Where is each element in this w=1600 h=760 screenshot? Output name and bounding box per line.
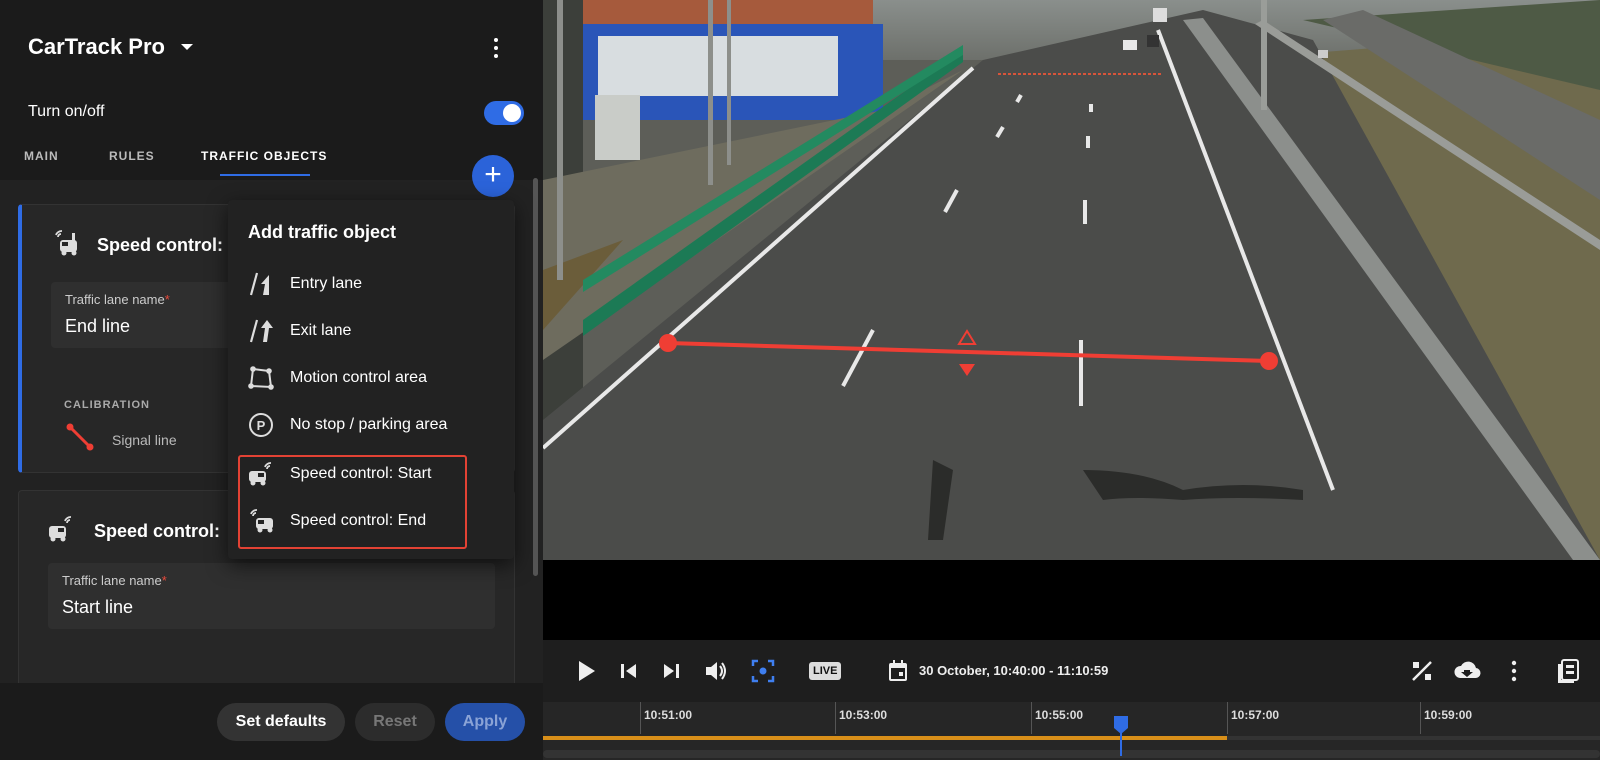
parking-icon: P: [249, 413, 273, 437]
sign-board: [595, 95, 640, 160]
on-off-toggle[interactable]: [484, 101, 524, 125]
timeline-tick-label: 10:57:00: [1231, 708, 1280, 722]
required-mark: *: [161, 573, 167, 588]
timeline-tick-label: 10:59:00: [1424, 708, 1473, 722]
car: [1147, 35, 1159, 47]
menu-item-motion-control-area[interactable]: Motion control area: [228, 355, 514, 401]
app-switcher-caret-icon[interactable]: [181, 44, 193, 50]
pole: [1261, 0, 1267, 110]
exit-lane-icon: [249, 319, 273, 343]
menu-item-entry-lane[interactable]: Entry lane: [228, 261, 514, 307]
focus-target-icon[interactable]: [748, 656, 778, 686]
no-zoom-icon[interactable]: [1407, 656, 1437, 686]
app-title: CarTrack Pro: [28, 34, 165, 59]
building-window-band: [598, 36, 838, 96]
app-window: CarTrack Pro Turn on/off MAIN RULES TRAF…: [0, 0, 1600, 760]
menu-item-label: Motion control area: [290, 369, 427, 386]
speed-control-highlight-box: [238, 455, 467, 549]
brick-wall: [573, 0, 873, 28]
panel-footer: Set defaults Reset Apply: [0, 683, 543, 760]
field-label: Traffic lane name*: [62, 573, 167, 588]
menu-item-exit-lane[interactable]: Exit lane: [228, 308, 514, 354]
entry-lane-icon: [249, 272, 269, 296]
field-value: End line: [65, 316, 131, 336]
playhead-marker[interactable]: [1113, 716, 1129, 756]
timeline-empty-bar: [1227, 736, 1600, 740]
set-defaults-button[interactable]: Set defaults: [217, 703, 345, 741]
timeline[interactable]: 10:51:00 10:53:00 10:55:00 10:57:00 10:5…: [543, 702, 1600, 760]
add-traffic-object-button[interactable]: +: [472, 155, 514, 197]
live-button[interactable]: LIVE: [809, 662, 842, 680]
signal-line-icon: [66, 423, 94, 451]
add-traffic-object-menu: Add traffic object Entry lane Exit lane …: [228, 200, 514, 559]
signal-line-end-handle[interactable]: [1260, 352, 1278, 370]
timeline-tick: [835, 702, 836, 734]
card-title: Speed control:: [97, 235, 224, 255]
timeline-tick: [1031, 702, 1032, 734]
field-label: Traffic lane name*: [65, 292, 170, 307]
play-icon[interactable]: [571, 656, 601, 686]
pole: [727, 0, 731, 165]
tab-traffic-objects[interactable]: TRAFFIC OBJECTS: [201, 149, 327, 163]
download-icon[interactable]: [1452, 656, 1482, 686]
time-range-label[interactable]: 30 October, 10:40:00 - 11:10:59: [919, 663, 1108, 678]
volume-icon[interactable]: [701, 656, 731, 686]
export-clip-icon[interactable]: [1553, 656, 1583, 686]
traffic-lane-name-field[interactable]: Traffic lane name* Start line: [48, 563, 495, 629]
menu-item-label: Exit lane: [290, 322, 352, 339]
tab-rules[interactable]: RULES: [109, 149, 155, 163]
required-mark: *: [164, 292, 170, 307]
panel-header: CarTrack Pro Turn on/off MAIN RULES TRAF…: [0, 0, 543, 180]
player-controls: LIVE 30 October, 10:40:00 - 11:10:59: [543, 640, 1600, 702]
camera-frame: [543, 0, 1600, 560]
signal-line-label[interactable]: Signal line: [112, 432, 177, 448]
menu-item-label: Entry lane: [290, 275, 363, 292]
video-player: LIVE 30 October, 10:40:00 - 11:10:59 10:…: [543, 0, 1600, 760]
menu-item-no-stop-parking-area[interactable]: P No stop / parking area: [228, 402, 514, 448]
more-options-icon[interactable]: [484, 36, 508, 60]
toggle-label: Turn on/off: [28, 103, 105, 120]
apply-button[interactable]: Apply: [445, 703, 525, 741]
timeline-tick: [1227, 702, 1228, 734]
speed-control-start-icon: [49, 516, 72, 542]
toggle-knob: [503, 104, 521, 122]
panel-scrollbar[interactable]: [533, 178, 538, 576]
car: [1318, 50, 1328, 58]
next-frame-icon[interactable]: [656, 656, 686, 686]
truck: [1153, 8, 1167, 22]
svg-text:P: P: [257, 418, 266, 433]
reset-button[interactable]: Reset: [355, 703, 435, 741]
calibration-heading: CALIBRATION: [64, 399, 150, 411]
card-title: Speed control:: [94, 521, 221, 541]
field-label-text: Traffic lane name: [62, 573, 162, 588]
timeline-tick: [1420, 702, 1421, 734]
timeline-tick-label: 10:53:00: [839, 708, 888, 722]
timeline-tick-label: 10:55:00: [1035, 708, 1084, 722]
car: [1123, 40, 1137, 50]
timeline-tick: [640, 702, 641, 734]
more-vertical-icon[interactable]: [1499, 656, 1529, 686]
video-letterbox: [543, 560, 1600, 640]
menu-item-label: No stop / parking area: [290, 416, 448, 433]
pole: [708, 0, 713, 185]
field-value: Start line: [62, 597, 134, 617]
timeline-tick-label: 10:51:00: [644, 708, 693, 722]
calendar-icon[interactable]: [887, 659, 909, 683]
active-tab-indicator: [220, 174, 310, 176]
menu-title: Add traffic object: [248, 222, 397, 242]
tab-main[interactable]: MAIN: [24, 149, 59, 163]
previous-frame-icon[interactable]: [614, 656, 644, 686]
timeline-scrollbar[interactable]: [543, 750, 1600, 758]
lamp-pole: [557, 0, 563, 280]
signal-line-start-handle[interactable]: [659, 334, 677, 352]
speed-control-end-icon: [55, 230, 77, 256]
motion-area-icon: [248, 366, 274, 390]
field-label-text: Traffic lane name: [65, 292, 165, 307]
